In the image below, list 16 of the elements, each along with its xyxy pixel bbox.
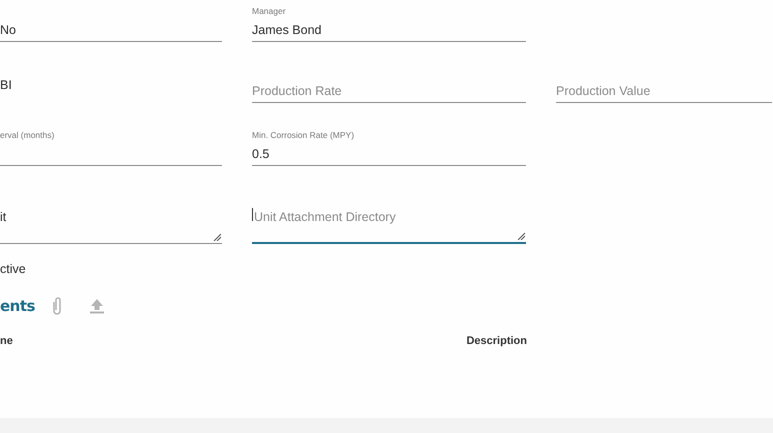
column-header: ne: [0, 334, 13, 350]
input-field[interactable]: 0.5: [252, 144, 526, 166]
resize-grip-icon[interactable]: [213, 233, 221, 241]
field-label: erval (months): [0, 129, 54, 142]
column-header: Description: [466, 334, 527, 350]
input-field[interactable]: No: [0, 20, 222, 42]
field-value: BI: [0, 77, 12, 94]
field-label: Min. Corrosion Rate (MPY): [252, 129, 354, 142]
active-label: ctive: [0, 261, 26, 278]
attachments-title: ents: [0, 296, 35, 317]
paperclip-icon[interactable]: [50, 296, 63, 316]
resize-grip-icon[interactable]: [517, 232, 525, 240]
upload-icon[interactable]: [88, 298, 105, 314]
input-field[interactable]: James Bond: [252, 20, 526, 42]
field-label: Manager: [252, 5, 286, 18]
text-area[interactable]: it: [0, 208, 222, 244]
